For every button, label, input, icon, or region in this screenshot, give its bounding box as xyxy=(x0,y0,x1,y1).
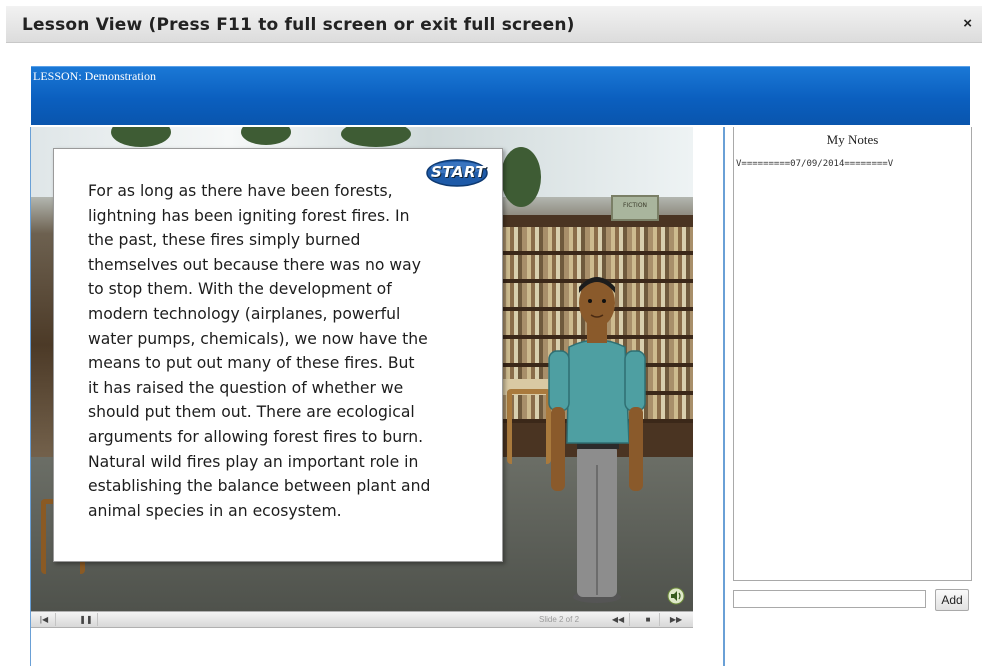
my-notes-panel: My Notes V=========07/09/2014========V xyxy=(733,127,972,581)
speaker-icon[interactable] xyxy=(667,587,685,605)
lesson-view-titlebar: Lesson View (Press F11 to full screen or… xyxy=(6,6,982,43)
lesson-header: LESSON: Demonstration xyxy=(31,66,970,125)
lesson-slide-stage: FICTION For as long as there have been f… xyxy=(31,127,693,611)
window-title: Lesson View (Press F11 to full screen or… xyxy=(22,15,575,35)
slide-player-controls: |◀ ❚❚ Slide 2 of 2 ◀◀ ■ ▶▶ xyxy=(31,611,693,628)
plant-decoration xyxy=(501,147,541,207)
passage-card: For as long as there have been forests, … xyxy=(53,148,503,562)
start-badge[interactable]: START xyxy=(425,158,489,188)
next-icon[interactable]: ▶▶ xyxy=(665,613,687,626)
skip-start-icon[interactable]: |◀ xyxy=(33,613,56,626)
slide-counter: Slide 2 of 2 xyxy=(539,615,580,624)
previous-icon[interactable]: ◀◀ xyxy=(607,613,630,626)
stop-icon[interactable]: ■ xyxy=(637,613,660,626)
add-note-button[interactable]: Add xyxy=(935,589,969,611)
fiction-sign: FICTION xyxy=(611,195,659,221)
character-figure xyxy=(548,277,646,603)
pause-icon[interactable]: ❚❚ xyxy=(75,613,98,626)
start-badge-label: START xyxy=(431,163,487,181)
notes-content[interactable]: V=========07/09/2014========V xyxy=(736,159,893,169)
lesson-passage-text: For as long as there have been forests, … xyxy=(88,182,431,520)
fiction-sign-text: FICTION xyxy=(622,202,648,209)
stage-border-right xyxy=(723,127,725,666)
notes-title: My Notes xyxy=(826,132,879,147)
note-input[interactable] xyxy=(733,590,926,608)
lesson-title: LESSON: Demonstration xyxy=(33,69,156,83)
close-icon[interactable]: × xyxy=(963,15,972,32)
bookshelf-row xyxy=(501,227,693,255)
